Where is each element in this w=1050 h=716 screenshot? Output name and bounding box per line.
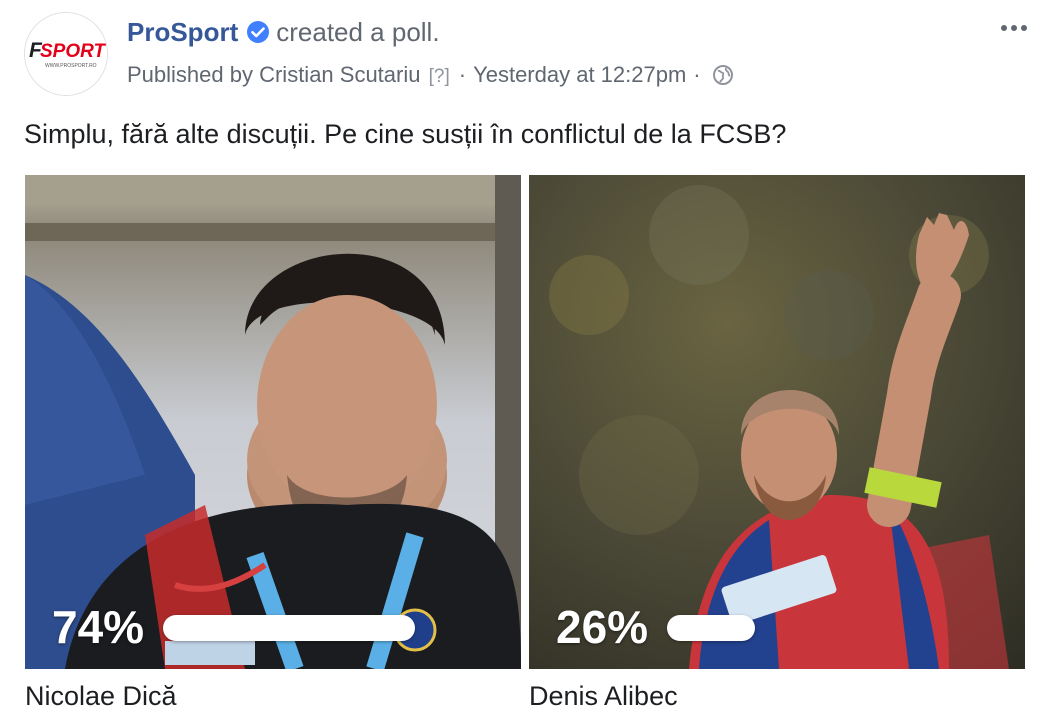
poll-option-2[interactable]: 26% bbox=[529, 175, 1025, 669]
poll-option-1[interactable]: 74% bbox=[25, 175, 521, 669]
post-header: ProSport created a poll. bbox=[127, 14, 440, 50]
option-1-bar-fill bbox=[163, 615, 415, 641]
page-name-link[interactable]: ProSport bbox=[127, 17, 238, 47]
prosport-logo: F SPORT WWW.PROSPORT.RO bbox=[25, 13, 107, 95]
option-1-bar-track bbox=[163, 615, 415, 641]
option-2-bar-fill bbox=[667, 615, 755, 641]
more-options-button[interactable] bbox=[998, 14, 1032, 42]
help-link[interactable]: [?] bbox=[429, 66, 450, 87]
option-1-percent: 74% bbox=[52, 601, 145, 653]
meta-separator: · bbox=[458, 62, 467, 87]
option-2-percent: 26% bbox=[556, 601, 649, 653]
logo-text: SPORT bbox=[40, 41, 107, 62]
poll-question: Simplu, fără alte discuții. Pe cine susț… bbox=[24, 119, 787, 149]
meta-separator: · bbox=[693, 62, 701, 87]
option-2-name[interactable]: Denis Alibec bbox=[529, 676, 678, 716]
post-timestamp[interactable]: Yesterday at 12:27pm bbox=[473, 62, 686, 87]
option-1-photo bbox=[25, 175, 521, 669]
post-action-text: created a poll. bbox=[276, 17, 440, 47]
verified-badge-icon bbox=[247, 21, 270, 43]
logo-url: WWW.PROSPORT.RO bbox=[45, 63, 97, 69]
option-2-photo bbox=[529, 175, 1025, 669]
page-avatar[interactable]: F SPORT WWW.PROSPORT.RO bbox=[24, 12, 108, 96]
post-meta: Published by Cristian Scutariu [?] · Yeste… bbox=[127, 60, 734, 92]
more-horizontal-icon bbox=[1001, 25, 1027, 31]
published-by-text: Published by Cristian Scutariu bbox=[127, 62, 421, 87]
option-2-bar-track bbox=[667, 615, 755, 641]
globe-icon[interactable] bbox=[712, 64, 734, 86]
option-1-name[interactable]: Nicolae Dică bbox=[25, 676, 177, 716]
